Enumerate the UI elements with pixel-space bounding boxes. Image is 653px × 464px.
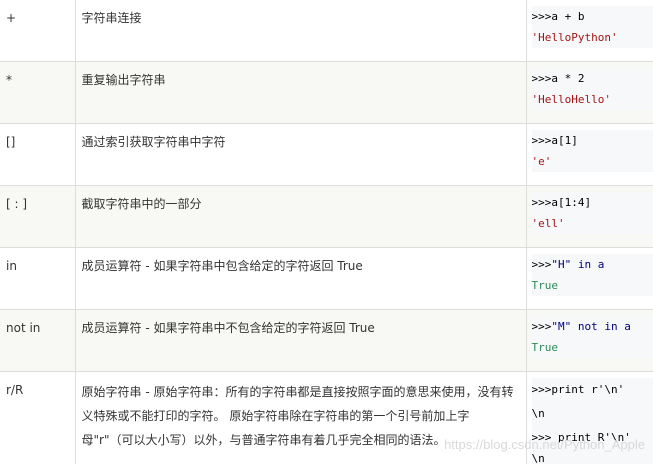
code-input: print r'\n'	[551, 383, 625, 396]
code-input: a * 2	[551, 72, 585, 85]
table-row: [] 通过索引获取字符串中字符 >>>a[1] 'e'	[0, 123, 653, 186]
description-cell: 截取字符串中的一部分	[75, 185, 527, 248]
prompt: >>>	[531, 134, 552, 147]
example-cell: >>>a[1:4] 'ell'	[526, 185, 653, 248]
code-line: >>>a[1]	[532, 130, 653, 151]
code-output: True	[531, 341, 559, 354]
operator-cell: not in	[0, 309, 76, 372]
table-row: * 重复输出字符串 >>>a * 2 'HelloHello'	[0, 61, 653, 124]
code-input: "M" not in a	[551, 320, 631, 333]
prompt: >>>	[531, 72, 552, 85]
example-cell: >>>"M" not in a True	[526, 309, 653, 372]
operator-cell: r/R	[0, 371, 76, 464]
description-cell: 成员运算符 - 如果字符串中不包含给定的字符返回 True	[75, 309, 527, 372]
code-line: >>>a[1:4]	[532, 192, 653, 213]
description-cell: 成员运算符 - 如果字符串中包含给定的字符返回 True	[75, 247, 527, 310]
code-line: >>>print r'\n'	[532, 378, 653, 402]
example-cell: >>>"H" in a True	[526, 247, 653, 310]
example-cell: >>>a * 2 'HelloHello'	[526, 61, 653, 124]
example-cell: >>>a + b 'HelloPython'	[526, 0, 653, 62]
code-output: 'HelloPython'	[531, 31, 618, 44]
prompt: >>>	[531, 320, 552, 333]
operator-cell: [ : ]	[0, 185, 76, 248]
example-cell: >>>print r'\n' \n >>> print R'\n' \n	[526, 371, 653, 464]
table-row: [ : ] 截取字符串中的一部分 >>>a[1:4] 'ell'	[0, 185, 653, 248]
code-line: >>>a + b	[532, 6, 653, 27]
code-block: >>>a[1] 'e'	[531, 130, 653, 172]
table-row: not in 成员运算符 - 如果字符串中不包含给定的字符返回 True >>>…	[0, 309, 653, 372]
code-block: >>>a[1:4] 'ell'	[531, 192, 653, 234]
prompt: >>>	[531, 10, 552, 23]
string-operators-table: + 字符串连接 >>>a + b 'HelloPython' * 重复输出字符串 …	[0, 0, 653, 464]
code-input: print R'\n'	[558, 431, 631, 444]
prompt: >>>	[531, 383, 552, 396]
example-cell: >>>a[1] 'e'	[526, 123, 653, 186]
code-line: >>>"M" not in a	[532, 316, 653, 337]
operator-cell: +	[0, 0, 76, 62]
code-block: >>>a * 2 'HelloHello'	[531, 68, 653, 110]
table-row: r/R 原始字符串 - 原始字符串：所有的字符串都是直接按照字面的意思来使用，没…	[0, 371, 653, 464]
operator-cell: in	[0, 247, 76, 310]
operator-cell: *	[0, 61, 76, 124]
prompt: >>>	[531, 258, 552, 271]
code-input: a + b	[551, 10, 585, 23]
code-line: >>> print R'\n'	[532, 426, 653, 450]
description-cell: 重复输出字符串	[75, 61, 527, 124]
prompt: >>>	[531, 431, 558, 444]
code-output: 'e'	[531, 155, 552, 168]
code-block: >>>print r'\n' \n >>> print R'\n' \n	[531, 378, 653, 464]
code-output: \n	[531, 452, 545, 464]
table-row: in 成员运算符 - 如果字符串中包含给定的字符返回 True >>>"H" i…	[0, 247, 653, 310]
code-block: >>>a + b 'HelloPython'	[531, 6, 653, 48]
operator-cell: []	[0, 123, 76, 186]
code-input: a[1:4]	[551, 196, 592, 209]
code-block: >>>"M" not in a True	[531, 316, 653, 358]
description-cell: 字符串连接	[75, 0, 527, 62]
prompt: >>>	[531, 196, 552, 209]
code-output: True	[531, 279, 559, 292]
code-output: 'HelloHello'	[531, 93, 611, 106]
table-row: + 字符串连接 >>>a + b 'HelloPython'	[0, 0, 653, 62]
description-cell: 原始字符串 - 原始字符串：所有的字符串都是直接按照字面的意思来使用，没有转义特…	[75, 371, 527, 464]
code-line: >>>"H" in a	[532, 254, 653, 275]
code-output: 'ell'	[531, 217, 565, 230]
code-output: \n	[531, 407, 545, 420]
code-input: "H" in a	[551, 258, 605, 271]
description-cell: 通过索引获取字符串中字符	[75, 123, 527, 186]
code-line: >>>a * 2	[532, 68, 653, 89]
code-input: a[1]	[551, 134, 578, 147]
code-block: >>>"H" in a True	[531, 254, 653, 296]
